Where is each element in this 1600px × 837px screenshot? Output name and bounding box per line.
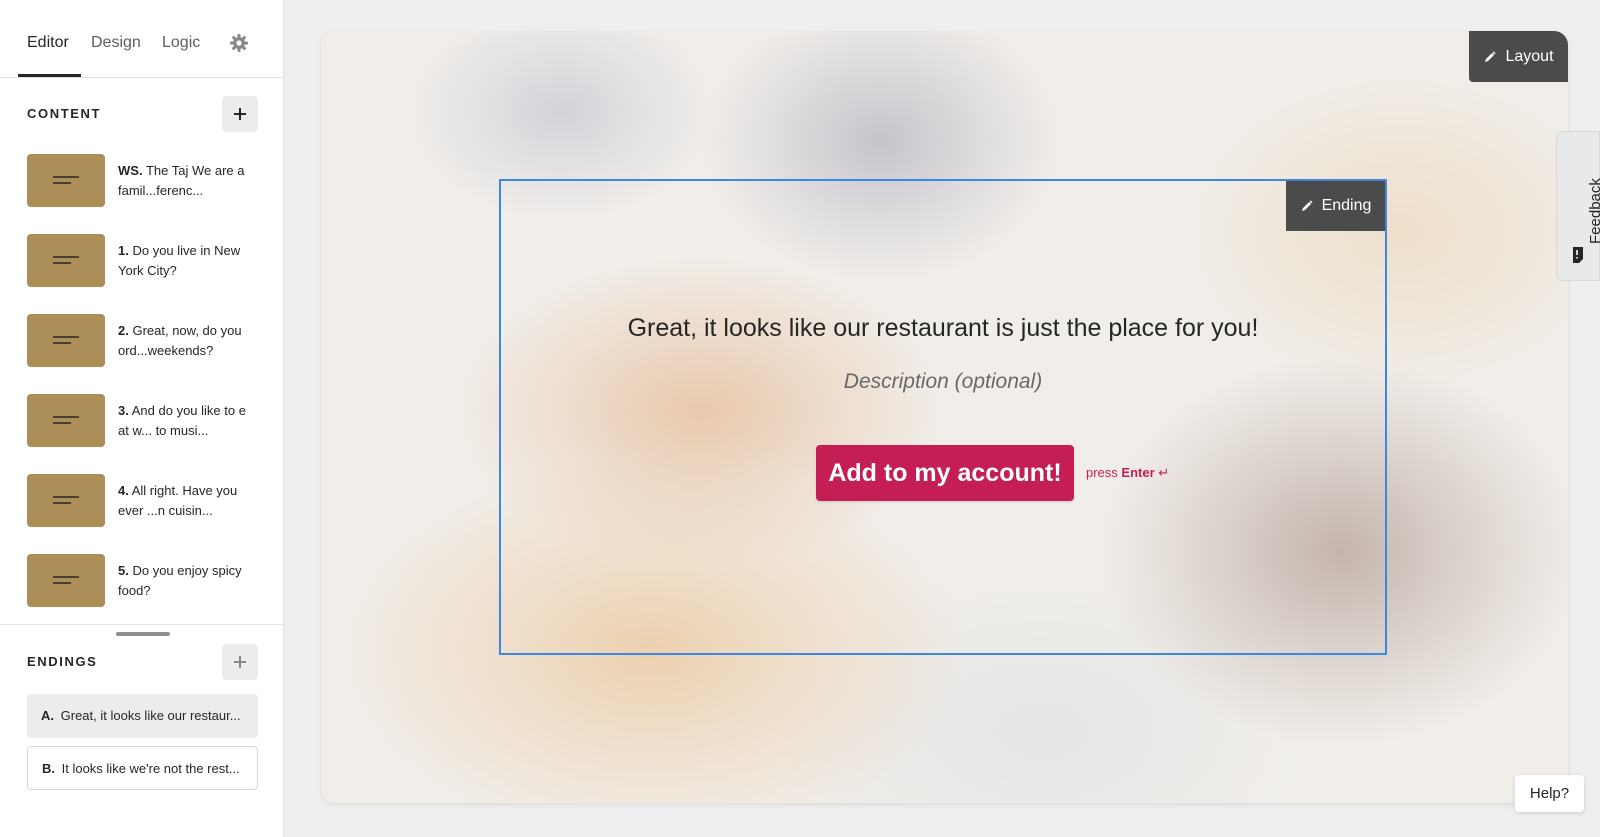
active-tab-indicator bbox=[18, 74, 81, 77]
tab-editor[interactable]: Editor bbox=[27, 34, 69, 52]
statement-thumbnail bbox=[27, 314, 105, 367]
ending-letter: A. bbox=[41, 708, 54, 723]
question-text: All right. Have you ever ...n cuisin... bbox=[118, 483, 238, 518]
question-label: 3. And do you like to eat w... to musi..… bbox=[118, 401, 246, 441]
enter-text: Enter bbox=[1121, 465, 1155, 480]
ending-preview-canvas: Layout Ending Great, it looks like our r… bbox=[321, 31, 1568, 803]
statement-thumbnail bbox=[27, 554, 105, 607]
ending-item-a[interactable]: A. Great, it looks like our restaur... bbox=[27, 694, 258, 738]
question-text: Do you live in New York City? bbox=[118, 243, 241, 278]
question-text: And do you like to eat w... to musi... bbox=[118, 403, 246, 438]
press-enter-hint: press Enter ↵ bbox=[1086, 465, 1169, 481]
feedback-tab[interactable]: Feedback bbox=[1556, 131, 1600, 281]
question-item-5[interactable]: 5. Do you enjoy spicy food? bbox=[27, 554, 262, 610]
ending-tag-label: Ending bbox=[1321, 197, 1372, 214]
question-number: 3. bbox=[118, 403, 129, 418]
question-number: 2. bbox=[118, 323, 129, 338]
question-item-4[interactable]: 4. All right. Have you ever ...n cuisin.… bbox=[27, 474, 262, 530]
question-label: WS. The Taj We are a famil...ferenc... bbox=[118, 161, 246, 201]
question-number: WS. bbox=[118, 163, 143, 178]
question-number: 1. bbox=[118, 243, 129, 258]
plus-icon bbox=[234, 108, 246, 120]
question-text: Great, now, do you ord...weekends? bbox=[118, 323, 242, 358]
gear-icon[interactable] bbox=[229, 33, 249, 53]
ending-selection-frame[interactable]: Ending Great, it looks like our restaura… bbox=[499, 179, 1387, 655]
question-number: 4. bbox=[118, 483, 129, 498]
statement-thumbnail bbox=[27, 234, 105, 287]
add-to-account-button[interactable]: Add to my account! bbox=[816, 445, 1074, 501]
statement-icon bbox=[53, 416, 79, 424]
sidebar-tabs: Editor Design Logic bbox=[0, 0, 283, 78]
resize-handle[interactable] bbox=[116, 632, 170, 636]
plus-icon bbox=[234, 656, 246, 668]
question-label: 5. Do you enjoy spicy food? bbox=[118, 561, 246, 601]
statement-thumbnail bbox=[27, 154, 105, 207]
statement-thumbnail bbox=[27, 474, 105, 527]
enter-return-icon: ↵ bbox=[1158, 465, 1170, 480]
statement-thumbnail bbox=[27, 394, 105, 447]
pencil-icon bbox=[1301, 200, 1313, 211]
ending-text: It looks like we're not the rest... bbox=[61, 761, 240, 776]
question-label: 2. Great, now, do you ord...weekends? bbox=[118, 321, 246, 361]
tab-design[interactable]: Design bbox=[91, 34, 141, 52]
ending-title[interactable]: Great, it looks like our restaurant is j… bbox=[501, 314, 1385, 343]
statement-icon bbox=[53, 496, 79, 504]
tab-logic[interactable]: Logic bbox=[162, 34, 200, 52]
add-content-button[interactable] bbox=[222, 96, 258, 132]
ending-letter: B. bbox=[42, 761, 55, 776]
question-text: Do you enjoy spicy food? bbox=[118, 563, 242, 598]
panel-divider bbox=[0, 624, 284, 625]
add-ending-button[interactable] bbox=[222, 644, 258, 680]
question-number: 5. bbox=[118, 563, 129, 578]
content-section-title: CONTENT bbox=[27, 106, 102, 121]
layout-label: Layout bbox=[1505, 47, 1554, 65]
statement-icon bbox=[53, 256, 79, 264]
feedback-icon bbox=[1573, 247, 1583, 263]
layout-button[interactable]: Layout bbox=[1469, 31, 1568, 82]
ending-edit-button[interactable]: Ending bbox=[1286, 181, 1385, 231]
ending-text: Great, it looks like our restaur... bbox=[60, 708, 241, 723]
question-item-3[interactable]: 3. And do you like to eat w... to musi..… bbox=[27, 394, 262, 450]
endings-section-title: ENDINGS bbox=[27, 654, 98, 669]
pencil-icon bbox=[1485, 50, 1497, 62]
press-text: press bbox=[1086, 465, 1118, 480]
editor-sidebar: Editor Design Logic CONTENT WS. The Taj … bbox=[0, 0, 284, 837]
question-item-1[interactable]: 1. Do you live in New York City? bbox=[27, 234, 262, 290]
question-item-2[interactable]: 2. Great, now, do you ord...weekends? bbox=[27, 314, 262, 370]
ending-item-b[interactable]: B. It looks like we're not the rest... bbox=[27, 746, 258, 790]
statement-icon bbox=[53, 576, 79, 584]
help-button[interactable]: Help? bbox=[1515, 775, 1584, 812]
feedback-label: Feedback bbox=[1587, 178, 1600, 244]
question-label: 4. All right. Have you ever ...n cuisin.… bbox=[118, 481, 246, 521]
question-label: 1. Do you live in New York City? bbox=[118, 241, 246, 281]
statement-icon bbox=[53, 176, 79, 184]
ending-description-field[interactable]: Description (optional) bbox=[501, 370, 1385, 394]
statement-icon bbox=[53, 336, 79, 344]
question-item-welcome[interactable]: WS. The Taj We are a famil...ferenc... bbox=[27, 154, 262, 210]
